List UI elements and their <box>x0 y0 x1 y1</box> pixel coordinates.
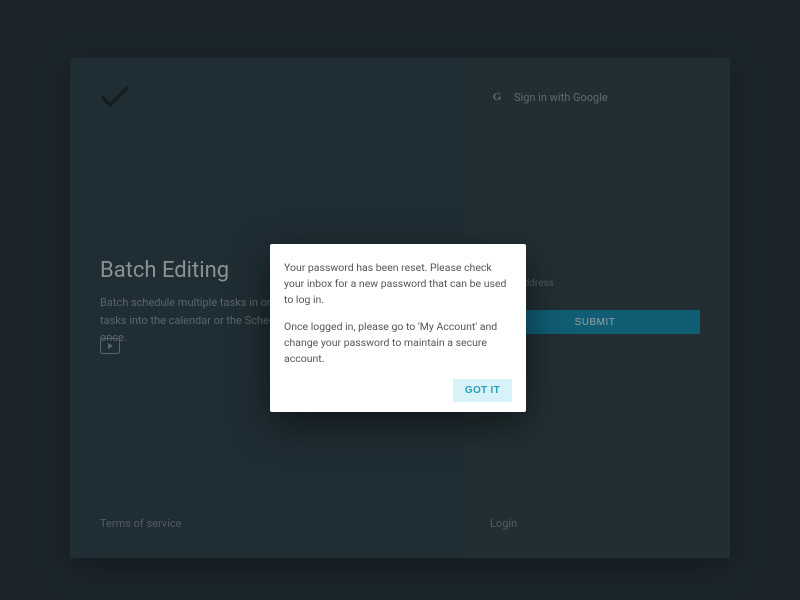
dialog-message-1: Your password has been reset. Please che… <box>284 260 512 307</box>
dialog-message-2: Once logged in, please go to 'My Account… <box>284 319 512 366</box>
dialog-actions: GOT IT <box>284 379 512 402</box>
password-reset-dialog: Your password has been reset. Please che… <box>270 244 526 412</box>
got-it-button[interactable]: GOT IT <box>453 379 512 402</box>
